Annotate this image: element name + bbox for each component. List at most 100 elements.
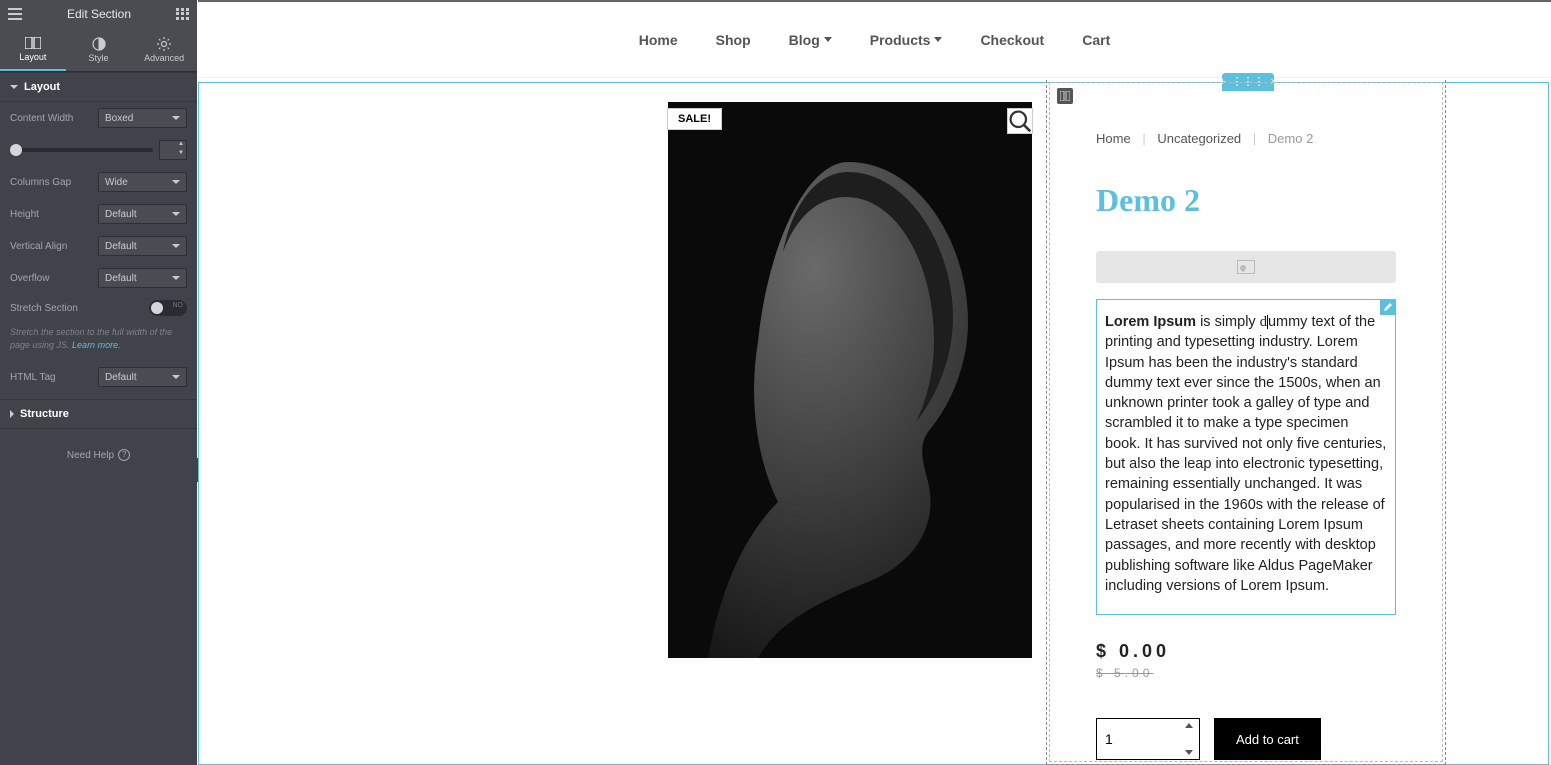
chevron-down-icon (172, 212, 180, 216)
tab-layout[interactable]: Layout (0, 28, 66, 71)
style-icon (91, 37, 107, 51)
quantity-input[interactable]: 1 (1096, 718, 1200, 760)
select-overflow[interactable]: Default (98, 268, 187, 288)
row-stretch-section: Stretch Section NO (0, 294, 197, 322)
label-vertical-align: Vertical Align (10, 241, 92, 252)
label-html-tag: HTML Tag (10, 372, 92, 383)
add-to-cart-row: 1 Add to cart (1096, 718, 1396, 760)
spinner-icon[interactable]: ▲▼ (176, 141, 186, 159)
row-overflow: Overflow Default (0, 262, 197, 294)
need-help[interactable]: Need Help ? (0, 429, 197, 481)
chevron-down-icon (172, 375, 180, 379)
slider-thumb[interactable] (10, 144, 22, 156)
crumb-home[interactable]: Home (1096, 131, 1131, 146)
toggle-stretch-section[interactable]: NO (149, 300, 187, 316)
tab-advanced[interactable]: Advanced (131, 28, 197, 71)
quantity-spinner[interactable] (1185, 723, 1195, 755)
nav-shop[interactable]: Shop (716, 32, 751, 48)
crumb-current: Demo 2 (1268, 131, 1314, 146)
site-nav: Home Shop Blog Products Checkout Cart (198, 2, 1551, 78)
nav-blog[interactable]: Blog (789, 32, 832, 48)
label-content-width: Content Width (10, 113, 92, 124)
page-body: SALE! + ⋮⋮⋮ × Home | Uncategor (198, 80, 1551, 765)
price-block: $ 0.00 $ 5.00 (1096, 641, 1396, 680)
add-to-cart-button[interactable]: Add to cart (1214, 718, 1321, 760)
row-vertical-align: Vertical Align Default (0, 230, 197, 262)
price-current: $ 0.00 (1096, 641, 1396, 662)
tab-advanced-label: Advanced (144, 53, 184, 63)
learn-more-link[interactable]: Learn more. (72, 340, 121, 350)
product-image[interactable]: SALE! (668, 102, 1032, 658)
select-height[interactable]: Default (98, 204, 187, 224)
chevron-down-icon (934, 37, 942, 42)
widgets-grid-icon[interactable] (176, 8, 189, 21)
price-old: $ 5.00 (1096, 666, 1396, 680)
tab-style[interactable]: Style (66, 28, 132, 71)
description-widget[interactable]: Lorem Ipsum is simply dummy text of the … (1096, 299, 1396, 615)
qty-up-icon[interactable] (1185, 723, 1193, 728)
section-head-layout-label: Layout (24, 81, 60, 93)
editor-sidebar: Edit Section Layout Style Advanced Layou… (0, 0, 197, 765)
product-photo-placeholder (668, 102, 1032, 658)
select-html-tag[interactable]: Default (98, 367, 187, 387)
toggle-knob (151, 302, 163, 314)
sidebar-title: Edit Section (22, 7, 176, 21)
select-vertical-align[interactable]: Default (98, 236, 187, 256)
chevron-down-icon (172, 244, 180, 248)
desc-pre: is simply (1196, 314, 1260, 330)
quantity-value: 1 (1105, 731, 1113, 747)
section-dashed-border: Home | Uncategorized | Demo 2 Demo 2 (1046, 80, 1446, 765)
sidebar-header: Edit Section (0, 0, 197, 28)
section-head-structure[interactable]: Structure (0, 399, 197, 429)
row-html-tag: HTML Tag Default (0, 361, 197, 393)
nav-home[interactable]: Home (639, 32, 678, 48)
menu-icon[interactable] (8, 8, 22, 20)
image-widget-placeholder[interactable] (1096, 251, 1396, 283)
breadcrumb: Home | Uncategorized | Demo 2 (1096, 131, 1396, 146)
help-icon: ? (118, 449, 130, 461)
caret-right-icon (10, 410, 14, 418)
toggle-state: NO (173, 302, 184, 309)
sale-badge: SALE! (667, 108, 722, 130)
nav-cart[interactable]: Cart (1082, 32, 1110, 48)
image-icon (1237, 260, 1255, 274)
crumb-category[interactable]: Uncategorized (1157, 131, 1241, 146)
section-head-structure-label: Structure (20, 408, 69, 420)
desc-text: ummy text of the printing and typesettin… (1105, 314, 1386, 594)
caret-down-icon (10, 85, 18, 89)
product-title: Demo 2 (1096, 182, 1396, 219)
crumb-sep: | (1253, 131, 1256, 146)
sidebar-tabs: Layout Style Advanced (0, 28, 197, 72)
label-overflow: Overflow (10, 273, 92, 284)
nav-products[interactable]: Products (870, 32, 943, 48)
row-columns-gap: Columns Gap Wide (0, 166, 197, 198)
chevron-down-icon (172, 116, 180, 120)
need-help-label: Need Help (67, 450, 114, 461)
width-number-input[interactable]: ▲▼ (159, 140, 187, 160)
select-content-width[interactable]: Boxed (98, 108, 187, 128)
layout-icon (25, 36, 41, 50)
label-stretch-section: Stretch Section (10, 303, 149, 314)
select-columns-gap[interactable]: Wide (98, 172, 187, 192)
chevron-down-icon (172, 180, 180, 184)
preview-canvas: Home Shop Blog Products Checkout Cart SA… (198, 0, 1551, 765)
product-info-section: + ⋮⋮⋮ × Home | Uncategorized | Demo 2 (1046, 80, 1446, 765)
row-height: Height Default (0, 198, 197, 230)
tab-layout-label: Layout (19, 52, 46, 62)
nav-checkout[interactable]: Checkout (980, 32, 1044, 48)
text-cursor (1267, 315, 1268, 329)
width-slider[interactable] (10, 148, 153, 152)
edit-widget-icon[interactable] (1380, 299, 1396, 315)
stretch-hint: Stretch the section to the full width of… (0, 322, 197, 361)
zoom-icon[interactable] (1007, 108, 1033, 134)
row-width-slider: ▲▼ (0, 134, 197, 166)
label-columns-gap: Columns Gap (10, 177, 92, 188)
crumb-sep: | (1142, 131, 1145, 146)
section-head-layout[interactable]: Layout (0, 72, 197, 102)
gear-icon (156, 37, 172, 51)
chevron-down-icon (172, 276, 180, 280)
row-content-width: Content Width Boxed (0, 102, 197, 134)
qty-down-icon[interactable] (1185, 750, 1193, 755)
tab-style-label: Style (89, 53, 109, 63)
chevron-down-icon (824, 37, 832, 42)
